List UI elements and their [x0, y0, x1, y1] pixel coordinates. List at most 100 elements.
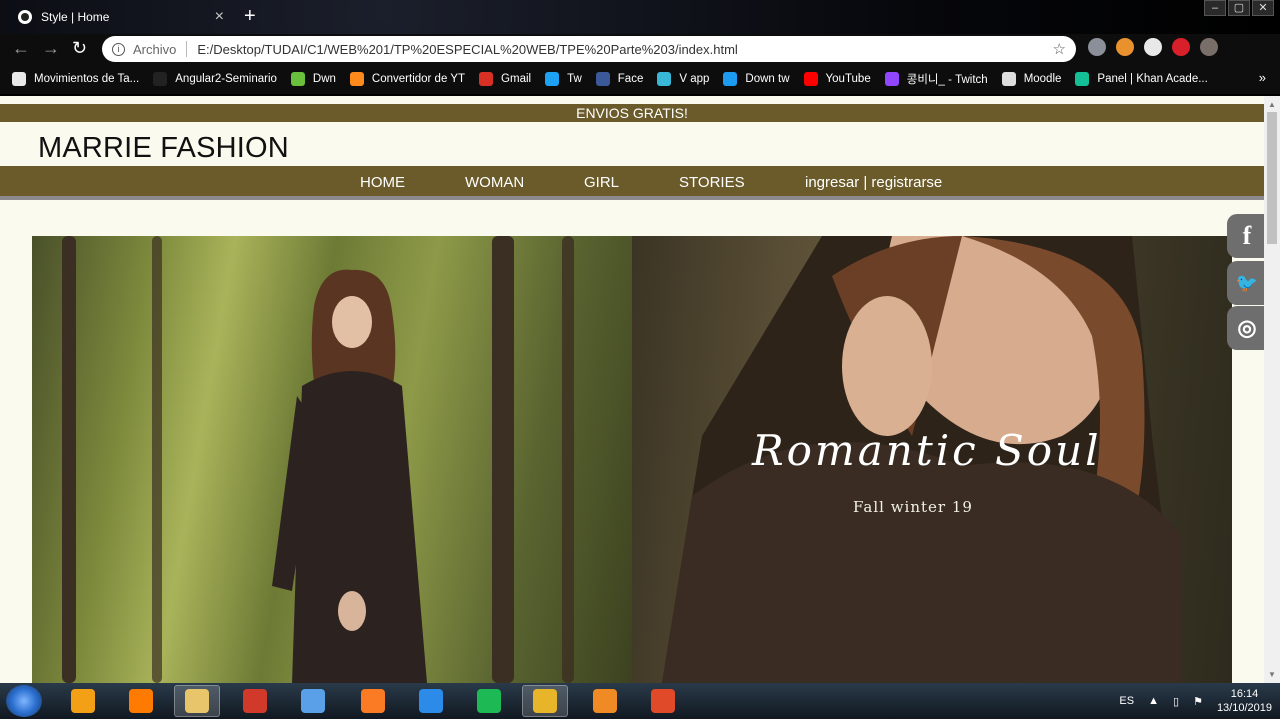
taskbar-app-xampp[interactable] [350, 685, 396, 717]
bookmark-label: Down tw [745, 73, 790, 85]
taskbar-app-vscode[interactable] [408, 685, 454, 717]
launcher-icon [301, 689, 325, 713]
taskbar-app-avast[interactable] [118, 685, 164, 717]
bookmark-label: Movimientos de Ta... [34, 73, 140, 85]
nav-home[interactable]: HOME [360, 174, 405, 191]
tab-title: Style | Home [41, 10, 110, 24]
facebook-icon: f [1242, 221, 1252, 250]
browser-toolbar: ← → ↻ i Archivo E:/Desktop/TUDAI/C1/WEB%… [0, 34, 1280, 64]
taskbar-app-spotify[interactable] [466, 685, 512, 717]
site-info-icon[interactable]: i [112, 42, 125, 56]
globe-icon [12, 72, 26, 86]
shield-extension-icon[interactable] [1088, 38, 1106, 56]
spotify-icon [477, 689, 501, 713]
scroll-down-arrow-icon[interactable]: ▼ [1268, 670, 1276, 679]
nav-woman[interactable]: WOMAN [465, 174, 524, 191]
bookmark-item[interactable]: Dwn [290, 72, 336, 86]
facebook-icon [595, 72, 610, 86]
promo-banner: ENVIOS GRATIS! [0, 104, 1264, 122]
bookmark-item[interactable]: Gmail [479, 72, 531, 86]
new-tab-button[interactable]: + [244, 5, 256, 28]
bookmark-label: Angular2-Seminario [175, 73, 277, 85]
scroll-up-arrow-icon[interactable]: ▲ [1268, 100, 1276, 109]
vapp-icon [657, 72, 672, 86]
xampp-icon [361, 689, 385, 713]
start-button[interactable] [6, 685, 42, 717]
key-extension-icon[interactable] [1116, 38, 1134, 56]
hero-photo-forest [32, 236, 632, 683]
clock-time: 16:14 [1230, 688, 1259, 700]
bookmark-label: YouTube [825, 73, 871, 85]
battery-icon[interactable]: ▯ [1173, 695, 1179, 708]
github-icon [153, 72, 168, 86]
bookmark-item[interactable]: Panel | Khan Acade... [1075, 72, 1208, 86]
ccleaner-icon [71, 689, 95, 713]
url-separator [186, 41, 188, 57]
clock[interactable]: 16:14 13/10/2019 [1217, 687, 1272, 715]
bookmark-item[interactable]: Moodle [1001, 72, 1062, 86]
close-window-button[interactable]: ✕ [1252, 0, 1274, 16]
minimize-button[interactable]: – [1204, 0, 1226, 16]
maximize-button[interactable]: ▢ [1228, 0, 1250, 16]
page-scrollbar[interactable]: ▲ ▼ [1264, 96, 1280, 683]
model-standing-figure [272, 269, 427, 683]
bookmark-item[interactable]: Angular2-Seminario [153, 72, 277, 86]
converter-icon [349, 72, 364, 86]
bookmark-item[interactable]: Convertidor de YT [349, 72, 466, 86]
instagram-icon: ◎ [1237, 315, 1257, 340]
bookmark-item[interactable]: 콩비니_ - Twitch [884, 71, 988, 87]
address-bar[interactable]: i Archivo E:/Desktop/TUDAI/C1/WEB%201/TP… [102, 36, 1076, 62]
url-text[interactable]: E:/Desktop/TUDAI/C1/WEB%201/TP%20ESPECIA… [197, 42, 737, 57]
bookmark-star-icon[interactable]: ☆ [1053, 40, 1066, 58]
tab-close-icon[interactable]: × [215, 8, 224, 26]
taskbar-app-ccleaner[interactable] [60, 685, 106, 717]
facebook-social-button[interactable]: f [1227, 214, 1264, 258]
profile-avatar-icon[interactable] [1200, 38, 1218, 56]
bookmark-label: Convertidor de YT [371, 73, 466, 85]
taskbar-app-ccleaner-red[interactable] [232, 685, 278, 717]
taskbar-app-explorer[interactable] [174, 685, 220, 717]
tray-expand-icon[interactable]: ▲ [1148, 695, 1159, 707]
window-controls: – ▢ ✕ [1202, 0, 1274, 16]
flag-icon[interactable]: ⚑ [1193, 695, 1203, 708]
browser-tab[interactable]: Style | Home × [8, 3, 234, 31]
bookmark-item[interactable]: Face [595, 72, 644, 86]
nav-login-register[interactable]: ingresar | registrarse [805, 174, 942, 191]
adblock-extension-icon[interactable] [1172, 38, 1190, 56]
windows-taskbar: ES ▲ ▯ ⚑ 16:14 13/10/2019 [0, 683, 1280, 719]
hero-subtitle: Fall winter 19 [853, 498, 973, 516]
white-circle-extension-icon[interactable] [1144, 38, 1162, 56]
gmail-icon [479, 72, 494, 86]
explorer-icon [185, 689, 209, 713]
bookmark-item[interactable]: Movimientos de Ta... [12, 72, 139, 86]
avast-icon [129, 689, 153, 713]
taskbar-app-launcher[interactable] [290, 685, 336, 717]
bookmark-item[interactable]: YouTube [803, 72, 871, 86]
back-button[interactable]: ← [12, 38, 30, 59]
reload-button[interactable]: ↻ [72, 38, 87, 59]
bookmark-label: Face [617, 73, 644, 85]
taskbar-app-pdf[interactable] [640, 685, 686, 717]
forward-button[interactable]: → [42, 38, 60, 59]
brand-logo[interactable]: MARRIE FASHION [38, 132, 289, 165]
taskbar-app-chrome[interactable] [522, 685, 568, 717]
instagram-social-button[interactable]: ◎ [1227, 306, 1264, 350]
download-icon [290, 72, 305, 86]
nav-girl[interactable]: GIRL [584, 174, 619, 191]
url-scheme-label: Archivo [133, 41, 177, 57]
bookmark-item[interactable]: Tw [545, 72, 582, 86]
bookmark-item[interactable]: V app [657, 72, 709, 86]
twitter-social-button[interactable]: 🐦 [1227, 261, 1264, 305]
bookmark-label: Moodle [1023, 73, 1062, 85]
downtw-icon [723, 72, 738, 86]
moodle-icon [1001, 72, 1016, 86]
scrollbar-thumb[interactable] [1267, 112, 1277, 244]
language-indicator[interactable]: ES [1119, 695, 1134, 707]
twitter-icon [545, 72, 560, 86]
browser-title-bar: Style | Home × + – ▢ ✕ [0, 0, 1280, 34]
bookmarks-overflow-button[interactable]: » [1259, 70, 1266, 85]
youtube-icon [803, 72, 818, 86]
taskbar-app-blender[interactable] [582, 685, 628, 717]
bookmark-item[interactable]: Down tw [723, 72, 790, 86]
nav-stories[interactable]: STORIES [679, 174, 745, 191]
